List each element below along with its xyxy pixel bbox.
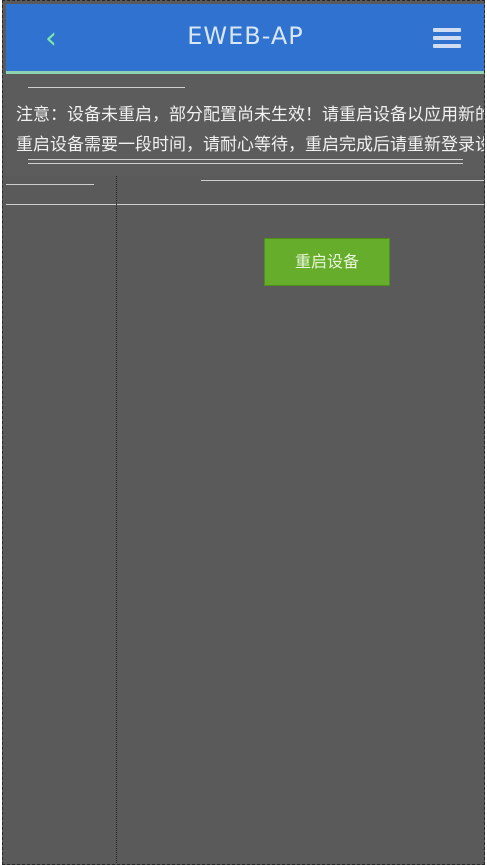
hamburger-menu-icon[interactable] [433, 28, 461, 48]
menu-bar [433, 44, 461, 48]
divider [28, 87, 185, 88]
toolbar-strip [6, 176, 484, 210]
notice-line-1: 注意：设备未重启，部分配置尚未生效！请重启设备以应用新的配置 [16, 105, 485, 125]
app-header: ‹ EWEB-AP [6, 4, 484, 74]
notice-panel: 注意：设备未重启，部分配置尚未生效！请重启设备以应用新的配置 重启设备需要一段时… [6, 74, 485, 177]
divider [28, 163, 463, 164]
page-title: EWEB-AP [187, 22, 304, 50]
app-frame: ‹ EWEB-AP 注意：设备未重启，部分配置尚未生效！请重启设备以应用新的配置… [2, 0, 485, 865]
divider [201, 180, 484, 181]
restart-device-button[interactable]: 重启设备 [264, 238, 390, 286]
main-content: 注意：设备未重启，部分配置尚未生效！请重启设备以应用新的配置 重启设备需要一段时… [6, 74, 485, 863]
notice-line-2: 重启设备需要一段时间，请耐心等待，重启完成后请重新登录设备。 [16, 135, 485, 155]
column-divider [116, 176, 117, 863]
menu-bar [433, 36, 461, 40]
menu-bar [433, 28, 461, 32]
divider [28, 159, 463, 160]
divider [6, 184, 94, 185]
divider [6, 204, 484, 205]
